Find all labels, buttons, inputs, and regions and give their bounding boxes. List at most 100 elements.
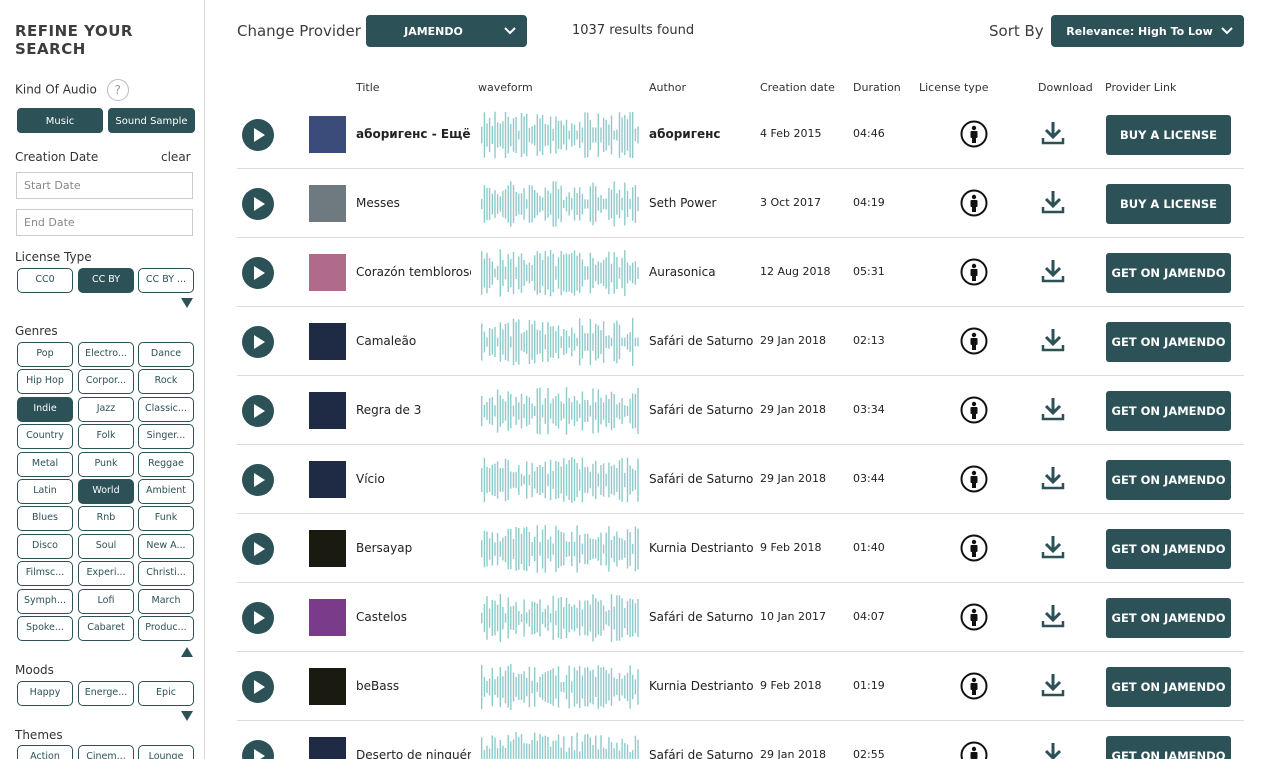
theme-chip[interactable]: Action <box>17 745 73 759</box>
genre-chip[interactable]: March <box>138 588 194 614</box>
track-title[interactable]: Messes <box>356 196 471 210</box>
play-icon[interactable] <box>242 257 274 289</box>
genre-chip[interactable]: Punk <box>78 451 134 477</box>
genre-chip[interactable]: New A... <box>138 533 194 559</box>
genre-chip[interactable]: Christi... <box>138 561 194 587</box>
play-icon[interactable] <box>242 188 274 220</box>
genre-chip[interactable]: Jazz <box>78 396 134 422</box>
genre-chip[interactable]: Hip Hop <box>17 369 73 395</box>
waveform[interactable] <box>479 452 641 508</box>
genre-chip[interactable]: Ambient <box>138 479 194 504</box>
genre-chip[interactable]: Funk <box>138 506 194 532</box>
waveform[interactable] <box>479 590 641 646</box>
genre-chip[interactable]: Rock <box>138 369 194 395</box>
genre-chip[interactable]: Singer... <box>138 424 194 450</box>
genre-chip[interactable]: Soul <box>78 533 134 559</box>
license-chip[interactable]: CC0 <box>17 268 73 293</box>
help-icon[interactable]: ? <box>106 79 129 101</box>
provider-link-button[interactable]: GET ON JAMENDO <box>1106 460 1231 500</box>
license-chip[interactable]: CC BY ... <box>138 268 194 293</box>
download-icon[interactable] <box>1041 603 1065 629</box>
genre-chip[interactable]: Latin <box>17 479 73 504</box>
provider-link-button[interactable]: GET ON JAMENDO <box>1106 736 1231 759</box>
mood-chip[interactable]: Happy <box>17 681 73 706</box>
provider-link-button[interactable]: GET ON JAMENDO <box>1106 598 1231 638</box>
theme-chip[interactable]: Lounge <box>138 745 194 759</box>
genre-chip[interactable]: Metal <box>17 451 73 477</box>
genre-chip[interactable]: Reggae <box>138 451 194 477</box>
expand-license-icon[interactable] <box>181 298 193 308</box>
play-icon[interactable] <box>242 533 274 565</box>
genre-chip[interactable]: Produc... <box>138 616 194 641</box>
genre-chip[interactable]: Dance <box>138 342 194 367</box>
track-title[interactable]: Camaleão <box>356 334 471 348</box>
sort-dropdown[interactable]: Relevance: High To Low <box>1051 15 1244 47</box>
play-icon[interactable] <box>242 671 274 703</box>
sound-sample-button[interactable]: Sound Sample <box>108 108 195 133</box>
play-icon[interactable] <box>242 464 274 496</box>
genre-chip[interactable]: World <box>78 479 134 504</box>
track-title[interactable]: Bersayap <box>356 541 471 555</box>
genre-chip[interactable]: Cabaret <box>78 616 134 641</box>
genre-chip[interactable]: Filmsc... <box>17 561 73 587</box>
track-title[interactable]: Vício <box>356 472 471 486</box>
track-title[interactable]: beBass <box>356 679 471 693</box>
genre-chip[interactable]: Spoke... <box>17 616 73 641</box>
waveform[interactable] <box>479 728 641 759</box>
download-icon[interactable] <box>1041 189 1065 215</box>
genre-chip[interactable]: Disco <box>17 533 73 559</box>
track-title[interactable]: Deserto de ninguém <box>356 748 471 759</box>
provider-link-button[interactable]: GET ON JAMENDO <box>1106 529 1231 569</box>
provider-link-button[interactable]: GET ON JAMENDO <box>1106 253 1231 293</box>
download-icon[interactable] <box>1041 396 1065 422</box>
download-icon[interactable] <box>1041 258 1065 284</box>
clear-dates-link[interactable]: clear <box>161 150 191 164</box>
download-icon[interactable] <box>1041 327 1065 353</box>
track-title[interactable]: Castelos <box>356 610 471 624</box>
expand-moods-icon[interactable] <box>181 711 193 721</box>
license-chip[interactable]: CC BY <box>78 268 134 293</box>
genre-chip[interactable]: Classic... <box>138 396 194 422</box>
download-icon[interactable] <box>1041 534 1065 560</box>
music-button[interactable]: Music <box>17 108 103 133</box>
provider-dropdown[interactable]: JAMENDO <box>366 15 527 47</box>
play-icon[interactable] <box>242 740 274 759</box>
waveform[interactable] <box>479 176 641 232</box>
genre-chip[interactable]: Symph... <box>17 588 73 614</box>
mood-chip[interactable]: Epic <box>138 681 194 706</box>
end-date-input[interactable] <box>16 209 193 236</box>
genre-chip[interactable]: Folk <box>78 424 134 450</box>
genre-chip[interactable]: Electro... <box>78 342 134 367</box>
provider-link-button[interactable]: GET ON JAMENDO <box>1106 667 1231 707</box>
waveform[interactable] <box>479 659 641 715</box>
play-icon[interactable] <box>242 119 274 151</box>
download-icon[interactable] <box>1041 741 1065 759</box>
play-icon[interactable] <box>242 602 274 634</box>
waveform[interactable] <box>479 383 641 439</box>
track-title[interactable]: Corazón tembloroso <box>356 265 471 279</box>
provider-link-button[interactable]: GET ON JAMENDO <box>1106 322 1231 362</box>
mood-chip[interactable]: Energe... <box>78 681 134 706</box>
collapse-genres-icon[interactable] <box>181 647 193 657</box>
theme-chip[interactable]: Cinem... <box>78 745 134 759</box>
genre-chip[interactable]: Lofi <box>78 588 134 614</box>
genre-chip[interactable]: Country <box>17 424 73 450</box>
provider-link-button[interactable]: BUY A LICENSE <box>1106 115 1231 155</box>
download-icon[interactable] <box>1041 120 1065 146</box>
provider-link-button[interactable]: GET ON JAMENDO <box>1106 391 1231 431</box>
waveform[interactable] <box>479 107 641 163</box>
genre-chip[interactable]: Corpor... <box>78 369 134 395</box>
genre-chip[interactable]: Experi... <box>78 561 134 587</box>
play-icon[interactable] <box>242 326 274 358</box>
waveform[interactable] <box>479 314 641 370</box>
genre-chip[interactable]: Blues <box>17 506 73 532</box>
play-icon[interactable] <box>242 395 274 427</box>
track-title[interactable]: аборигенс - Ещё... <box>356 127 471 141</box>
start-date-input[interactable] <box>16 172 193 199</box>
waveform[interactable] <box>479 245 641 301</box>
waveform[interactable] <box>479 521 641 577</box>
download-icon[interactable] <box>1041 672 1065 698</box>
track-title[interactable]: Regra de 3 <box>356 403 471 417</box>
download-icon[interactable] <box>1041 465 1065 491</box>
genre-chip[interactable]: Indie <box>17 396 73 422</box>
